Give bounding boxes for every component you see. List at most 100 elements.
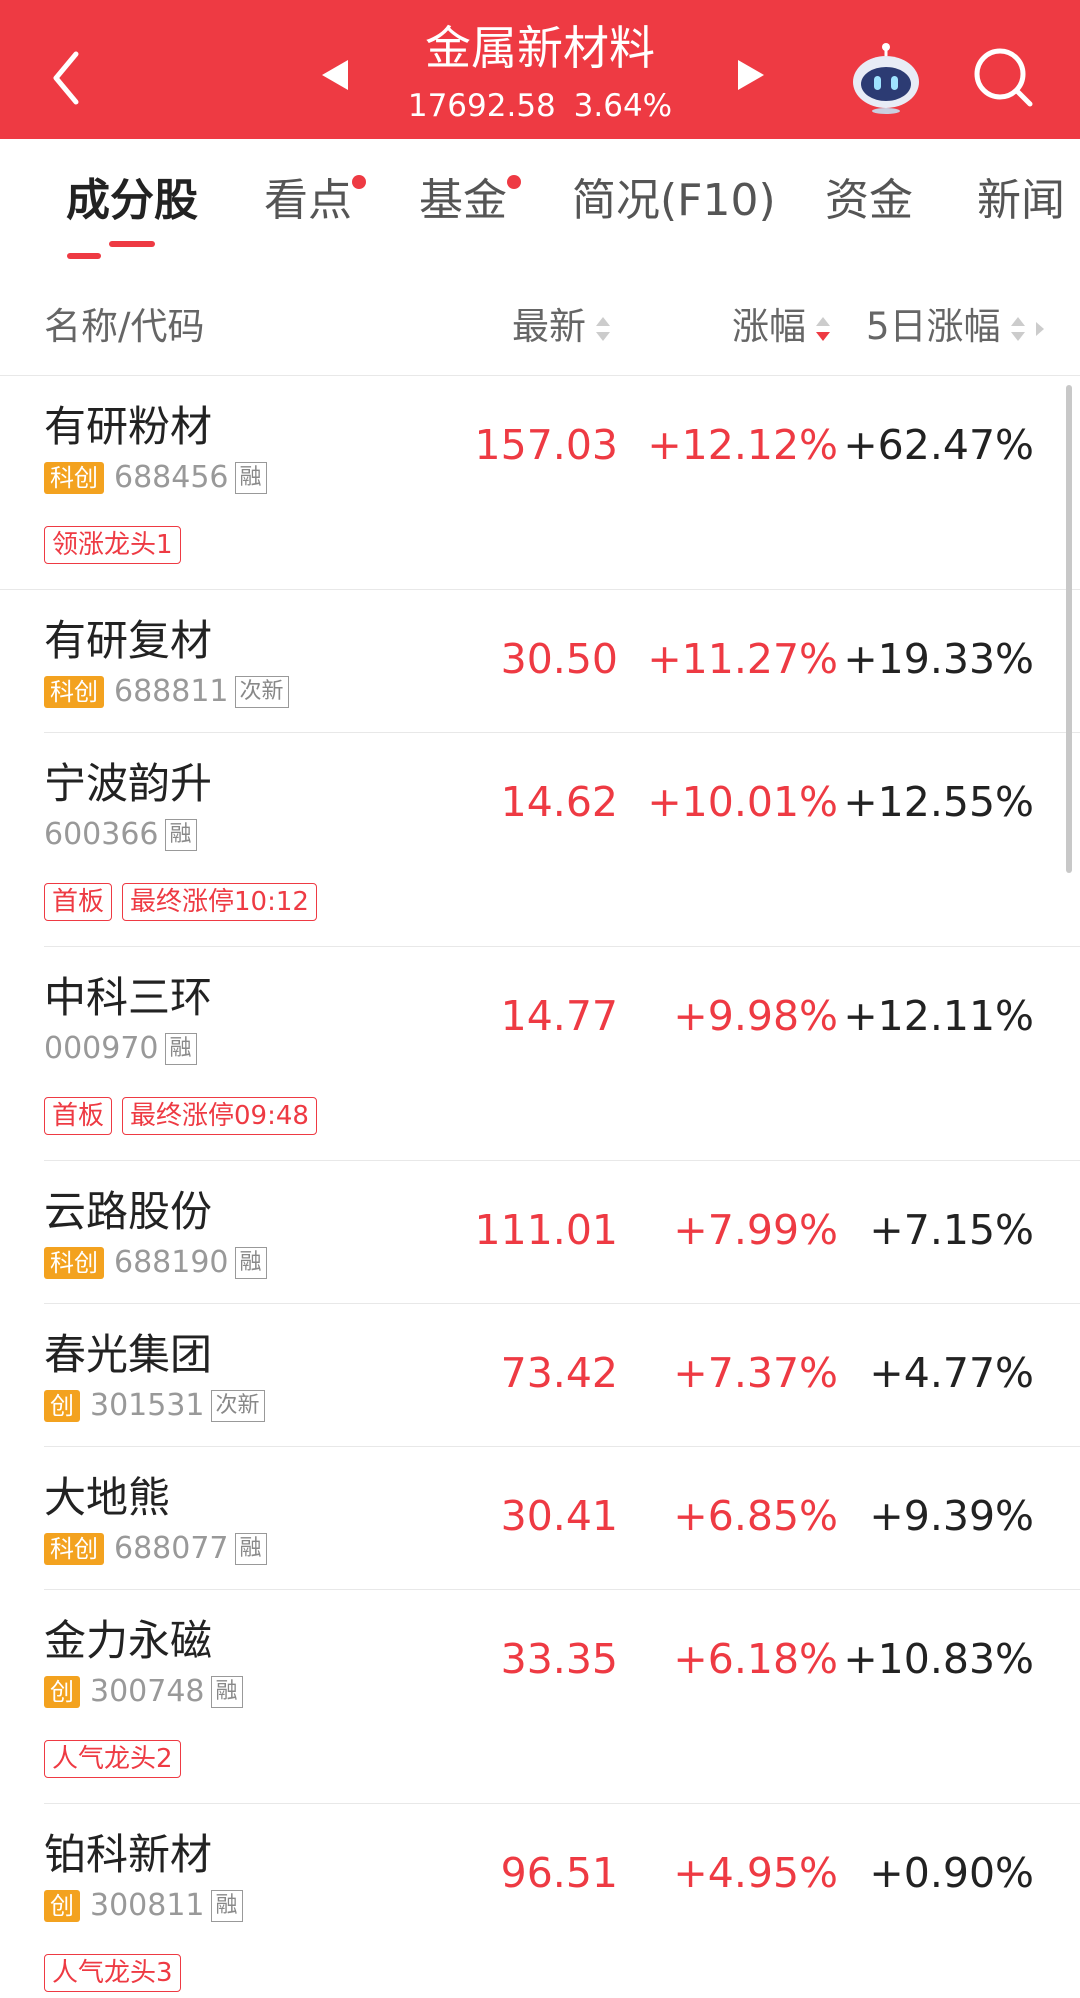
stock-flag: 融 [164,1033,197,1065]
sort-change[interactable]: 涨幅 [732,302,832,352]
latest-price: 33.35 [500,1635,618,1683]
scroll-right-icon [1035,321,1044,336]
stock-flag: 融 [210,1890,243,1922]
stock-flag: 融 [164,819,197,851]
next-triangle-icon[interactable] [730,55,770,95]
change-5d: +10.83% [843,1635,1034,1683]
table-row[interactable]: 有研粉材 科创 688456 融 领涨龙头1 157.03 +12.12% +6… [0,376,1080,590]
board-badge: 科创 [44,1247,104,1279]
stock-meta: 000970 融 [44,1033,197,1065]
board-badge: 科创 [44,676,104,708]
stock-name: 云路股份 [44,1187,213,1236]
stock-tag: 最终涨停10:12 [122,883,317,921]
tab-constituents[interactable]: 成分股 [66,171,198,231]
change-percent: +7.99% [673,1206,838,1254]
change-5d: +9.39% [869,1492,1034,1540]
tab-news[interactable]: 新闻 [977,171,1065,231]
latest-price: 30.50 [500,635,618,683]
column-name-code: 名称/代码 [44,305,205,348]
table-row[interactable]: 宁波韵升 600366 融 首板 最终涨停10:12 14.62 +10.01%… [0,733,1080,947]
stock-flag: 融 [234,1247,267,1279]
notification-dot [352,175,366,189]
search-icon[interactable] [970,44,1036,110]
index-value: 17692.58 [407,88,556,124]
change-5d: +62.47% [843,421,1034,469]
change-5d: +12.55% [843,778,1034,826]
stock-name: 金力永磁 [44,1616,213,1665]
stock-name: 铂科新材 [44,1830,213,1879]
stock-name: 中科三环 [44,973,213,1022]
stock-name: 大地熊 [44,1473,171,1522]
stock-tag: 首板 [44,883,113,921]
stock-code: 688077 [114,1531,229,1566]
board-badge: 创 [44,1676,80,1708]
tag-list: 人气龙头2 [44,1740,191,1778]
change-percent: +6.18% [673,1635,838,1683]
stock-meta: 科创 688456 融 [44,462,267,494]
index-change: 3.64% [573,88,673,124]
stock-tag: 首板 [44,1097,113,1135]
sort-desc-icon [816,316,830,341]
tag-list: 领涨龙头1 [44,526,191,564]
tag-list: 人气龙头3 [44,1954,191,1992]
change-percent: +9.98% [673,992,838,1040]
stock-code: 688456 [114,460,229,495]
tag-list: 首板 最终涨停10:12 [44,883,327,921]
sort-latest[interactable]: 最新 [512,302,612,352]
stock-code: 301531 [90,1388,205,1423]
stock-tag: 领涨龙头1 [44,526,181,564]
notification-dot [507,175,521,189]
stock-code: 300748 [90,1674,205,1709]
stock-code: 688190 [114,1245,229,1280]
change-5d: +4.77% [869,1349,1034,1397]
board-badge: 创 [44,1390,80,1422]
change-5d: +0.90% [869,1849,1034,1897]
board-badge: 创 [44,1890,80,1922]
tab-f10-profile[interactable]: 简况(F10) [572,171,776,231]
list-scrollbar[interactable] [1066,385,1072,873]
stock-name: 宁波韵升 [44,759,213,808]
tab-highlights[interactable]: 看点 [264,171,366,231]
stock-flag: 融 [210,1676,243,1708]
table-row[interactable]: 金力永磁 创 300748 融 人气龙头2 33.35 +6.18% +10.8… [0,1590,1080,1804]
robot-assistant-icon[interactable] [848,40,924,116]
stock-meta: 科创 688811 次新 [44,676,289,708]
change-5d: +7.15% [869,1206,1034,1254]
table-row[interactable]: 有研复材 科创 688811 次新 30.50 +11.27% +19.33% [0,590,1080,733]
stock-name: 有研复材 [44,616,213,665]
latest-price: 73.42 [500,1349,618,1397]
stock-meta: 600366 融 [44,819,197,851]
tab-funds[interactable]: 基金 [419,171,521,231]
tab-capital-flow[interactable]: 资金 [825,171,913,231]
change-percent: +12.12% [647,421,838,469]
stock-flag: 融 [234,1533,267,1565]
stock-flag: 次新 [210,1390,265,1422]
table-row[interactable]: 铂科新材 创 300811 融 人气龙头3 96.51 +4.95% +0.90… [0,1804,1080,1998]
stock-name: 春光集团 [44,1330,213,1379]
stock-tag: 最终涨停09:48 [122,1097,317,1135]
stock-tag: 人气龙头2 [44,1740,181,1778]
stock-code: 000970 [44,1031,159,1066]
change-percent: +6.85% [673,1492,838,1540]
stock-meta: 创 300748 融 [44,1676,243,1708]
latest-price: 14.62 [500,778,618,826]
stock-meta: 创 301531 次新 [44,1390,265,1422]
change-percent: +4.95% [673,1849,838,1897]
stock-flag: 融 [234,462,267,494]
table-row[interactable]: 春光集团 创 301531 次新 73.42 +7.37% +4.77% [0,1304,1080,1447]
column-header: 名称/代码 最新 涨幅 5日涨幅 [0,290,1080,376]
latest-price: 111.01 [474,1206,618,1254]
latest-price: 30.41 [500,1492,618,1540]
table-row[interactable]: 中科三环 000970 融 首板 最终涨停09:48 14.77 +9.98% … [0,947,1080,1161]
stock-meta: 创 300811 融 [44,1890,243,1922]
sort-change-5d[interactable]: 5日涨幅 [866,302,1047,352]
board-badge: 科创 [44,462,104,494]
stock-meta: 科创 688077 融 [44,1533,267,1565]
table-row[interactable]: 大地熊 科创 688077 融 30.41 +6.85% +9.39% [0,1447,1080,1590]
stock-flag: 次新 [234,676,289,708]
latest-price: 14.77 [500,992,618,1040]
latest-price: 157.03 [474,421,618,469]
stock-code: 688811 [114,674,229,709]
table-row[interactable]: 云路股份 科创 688190 融 111.01 +7.99% +7.15% [0,1161,1080,1304]
change-percent: +10.01% [647,778,838,826]
